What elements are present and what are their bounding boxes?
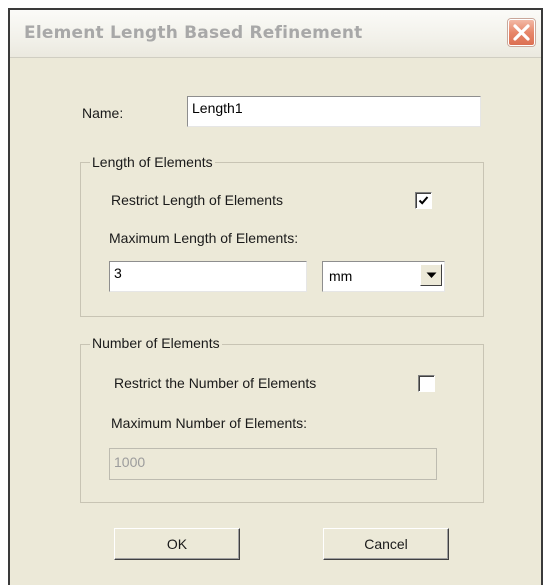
title-bar[interactable]: Element Length Based Refinement (10, 10, 541, 58)
chevron-down-icon (426, 272, 437, 278)
length-group-caption: Length of Elements (90, 154, 215, 170)
name-input[interactable]: Length1 (187, 96, 481, 127)
max-length-input[interactable]: 3 (109, 261, 307, 292)
max-length-label: Maximum Length of Elements: (109, 230, 299, 246)
cancel-button[interactable]: Cancel (323, 528, 449, 560)
max-number-label: Maximum Number of Elements: (111, 415, 308, 431)
dialog-window: Element Length Based Refinement Name: Le… (8, 8, 543, 585)
name-label: Name: (82, 105, 124, 121)
ok-button[interactable]: OK (114, 528, 240, 560)
length-unit-value: mm (329, 268, 353, 284)
length-unit-select[interactable]: mm (322, 261, 445, 292)
close-icon (513, 24, 530, 41)
max-number-input[interactable]: 1000 (109, 448, 437, 480)
number-group-caption: Number of Elements (90, 335, 222, 351)
restrict-number-label: Restrict the Number of Elements (114, 375, 317, 391)
length-unit-dropdown-button[interactable] (420, 264, 442, 286)
close-button[interactable] (508, 19, 535, 46)
restrict-number-checkbox[interactable] (418, 375, 435, 392)
checkmark-icon (418, 196, 429, 205)
window-title: Element Length Based Refinement (24, 23, 363, 43)
restrict-length-label: Restrict Length of Elements (111, 192, 283, 208)
restrict-length-checkbox[interactable] (415, 192, 432, 209)
